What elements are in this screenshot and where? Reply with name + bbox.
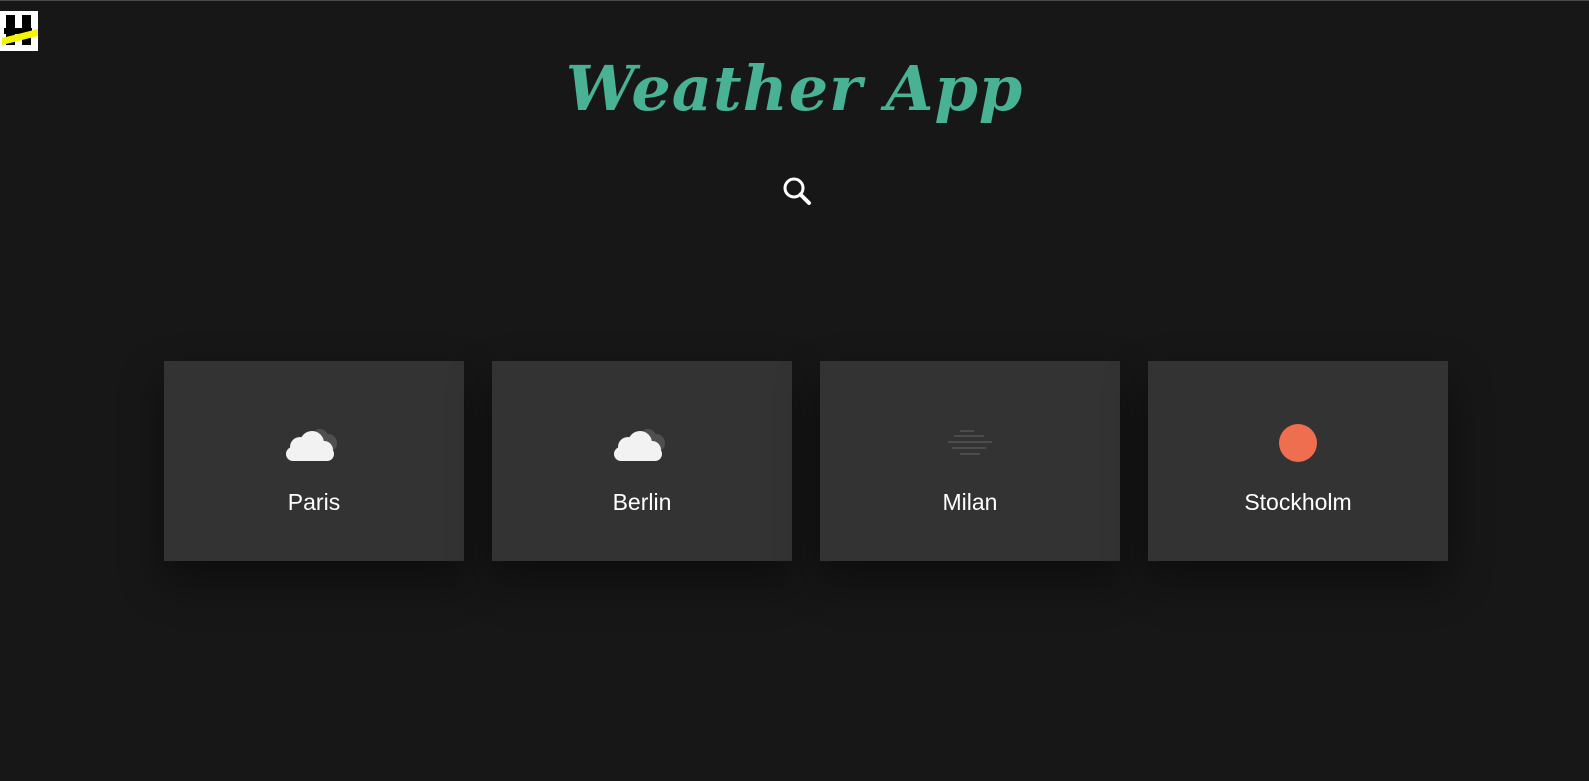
- city-cards: Paris Berlin Milan Stockholm: [164, 361, 1448, 561]
- city-card-berlin[interactable]: Berlin: [492, 361, 792, 561]
- city-name: Milan: [942, 489, 998, 515]
- search-icon[interactable]: [781, 175, 813, 207]
- city-card-paris[interactable]: Paris: [164, 361, 464, 561]
- city-card-milan[interactable]: Milan: [820, 361, 1120, 561]
- city-name: Paris: [287, 489, 341, 515]
- sun-icon: [1268, 421, 1328, 465]
- fog-icon: [940, 421, 1000, 465]
- logo-icon[interactable]: [0, 11, 38, 51]
- city-card-stockholm[interactable]: Stockholm: [1148, 361, 1448, 561]
- app-title: Weather App: [565, 52, 1024, 125]
- city-name: Stockholm: [1244, 489, 1352, 515]
- cloudy-icon: [612, 421, 672, 465]
- city-name: Berlin: [612, 489, 672, 515]
- cloudy-icon: [284, 421, 344, 465]
- weather-app-page: Weather App Paris Berlin Milan Stockholm: [0, 0, 1589, 781]
